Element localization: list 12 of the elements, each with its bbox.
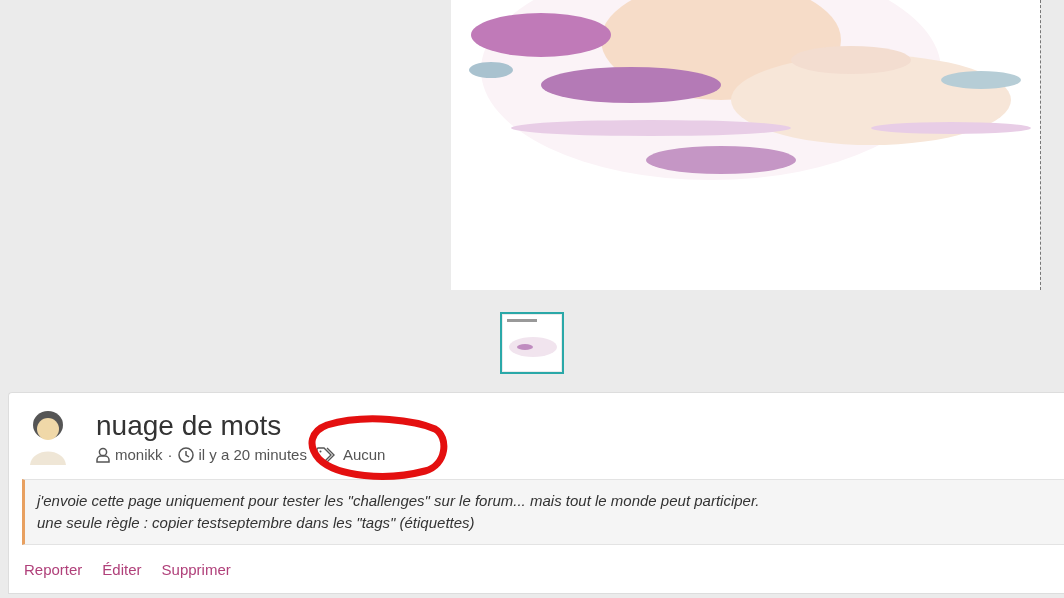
clock-icon — [177, 446, 194, 463]
user-icon — [96, 446, 110, 463]
action-link[interactable]: Supprimer — [161, 561, 231, 578]
post-time: il y a 20 minutes — [198, 446, 307, 463]
action-link[interactable]: Reporter — [24, 561, 83, 578]
author-link[interactable]: monikk — [115, 446, 163, 463]
thumbnail[interactable] — [500, 312, 564, 374]
post-title: nuage de mots — [96, 409, 283, 443]
separator: · — [167, 446, 173, 463]
action-link[interactable]: Éditer — [102, 561, 142, 578]
post-body: j'envoie cette page uniquement pour tester les "challenges" sur le forum... mais tout le monde peut participer. une seule règle : copier testseptembre dans les "tags" (étiquettes) — [22, 479, 1064, 545]
tags-value: Aucun — [342, 446, 386, 463]
